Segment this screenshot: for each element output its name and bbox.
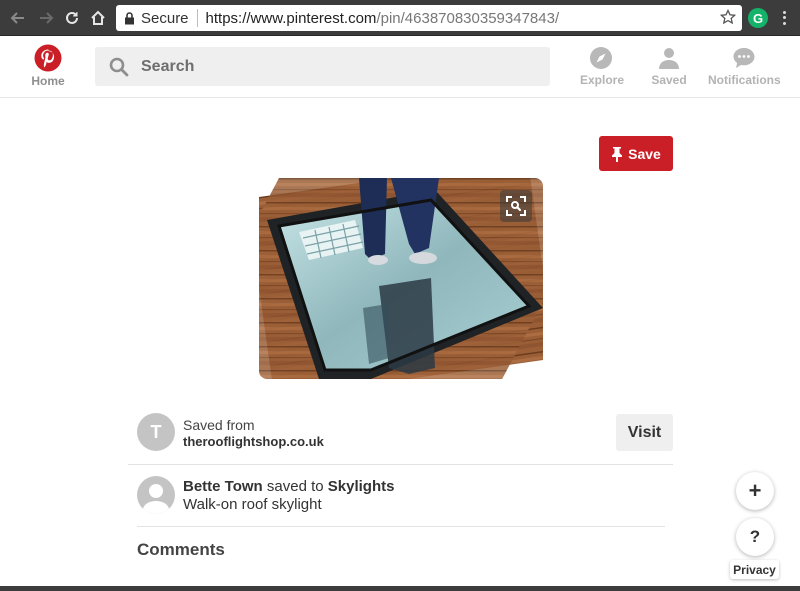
saver-name-link[interactable]: Bette Town <box>183 478 263 495</box>
site-header: Home Explore Saved Notifications <box>0 36 800 98</box>
help-button[interactable]: ? <box>736 518 774 556</box>
visual-search-icon <box>506 196 526 216</box>
browser-toolbar: Secure https://www.pinterest.com/pin/463… <box>0 0 800 36</box>
notifications-nav[interactable]: Notifications <box>708 46 781 87</box>
house-icon <box>91 10 105 25</box>
person-icon <box>659 48 679 69</box>
secure-label: Secure <box>141 9 189 27</box>
lock-icon <box>124 11 135 25</box>
back-button[interactable] <box>6 6 30 30</box>
user-avatar[interactable] <box>137 476 175 514</box>
omnibox-divider <box>196 9 198 27</box>
divider <box>128 464 673 465</box>
search-icon <box>109 57 129 76</box>
address-bar[interactable]: Secure https://www.pinterest.com/pin/463… <box>116 5 742 31</box>
window-bottom-edge <box>0 586 800 591</box>
saved-from-section: T Saved from therooflightshop.co.uk Visi… <box>137 413 673 453</box>
saved-label: Saved <box>651 73 687 87</box>
home-nav[interactable]: Home <box>28 44 68 88</box>
home-button[interactable] <box>86 6 110 30</box>
saved-from-label: Saved from <box>183 417 255 433</box>
source-domain-link[interactable]: therooflightshop.co.uk <box>183 434 324 449</box>
comments-heading: Comments <box>137 540 225 559</box>
arrow-left-icon <box>10 12 24 24</box>
browser-menu-icon[interactable] <box>776 8 792 28</box>
board-name-link[interactable]: Skylights <box>328 478 395 495</box>
privacy-link[interactable]: Privacy <box>730 560 779 579</box>
reload-icon <box>66 11 78 24</box>
saved-by-line: Bette Town saved to Skylights <box>183 478 394 495</box>
save-button[interactable]: Save <box>599 136 673 171</box>
bookmark-star-icon[interactable] <box>719 8 737 29</box>
visit-button[interactable]: Visit <box>616 414 673 451</box>
default-avatar-icon <box>142 484 170 514</box>
notifications-label: Notifications <box>708 73 781 87</box>
pushpin-icon <box>612 146 623 162</box>
grammarly-extension-icon[interactable]: G <box>748 8 768 28</box>
url-host: https://www.pinterest.com <box>205 9 377 27</box>
source-avatar[interactable]: T <box>137 413 175 451</box>
home-label: Home <box>31 74 65 88</box>
forward-button[interactable] <box>34 6 58 30</box>
reload-button[interactable] <box>60 6 84 30</box>
explore-nav[interactable]: Explore <box>580 46 625 87</box>
saved-to-text: saved to <box>266 478 324 495</box>
compass-icon <box>590 47 612 69</box>
pinterest-logo-icon <box>34 44 62 72</box>
create-pin-button[interactable]: + <box>736 472 774 510</box>
url-path: /pin/463870830359347843/ <box>376 9 560 27</box>
saved-by-section: Bette Town saved to Skylights Walk-on ro… <box>137 476 673 516</box>
visual-search-button[interactable] <box>500 190 532 222</box>
pin-description: Walk-on roof skylight <box>183 496 322 513</box>
search-input[interactable] <box>141 57 521 76</box>
speech-bubble-icon <box>733 48 755 68</box>
search-bar[interactable] <box>95 47 550 86</box>
saved-nav[interactable]: Saved <box>650 46 688 87</box>
explore-label: Explore <box>580 73 625 87</box>
save-label: Save <box>628 145 661 162</box>
arrow-right-icon <box>40 12 54 24</box>
divider <box>137 526 665 527</box>
